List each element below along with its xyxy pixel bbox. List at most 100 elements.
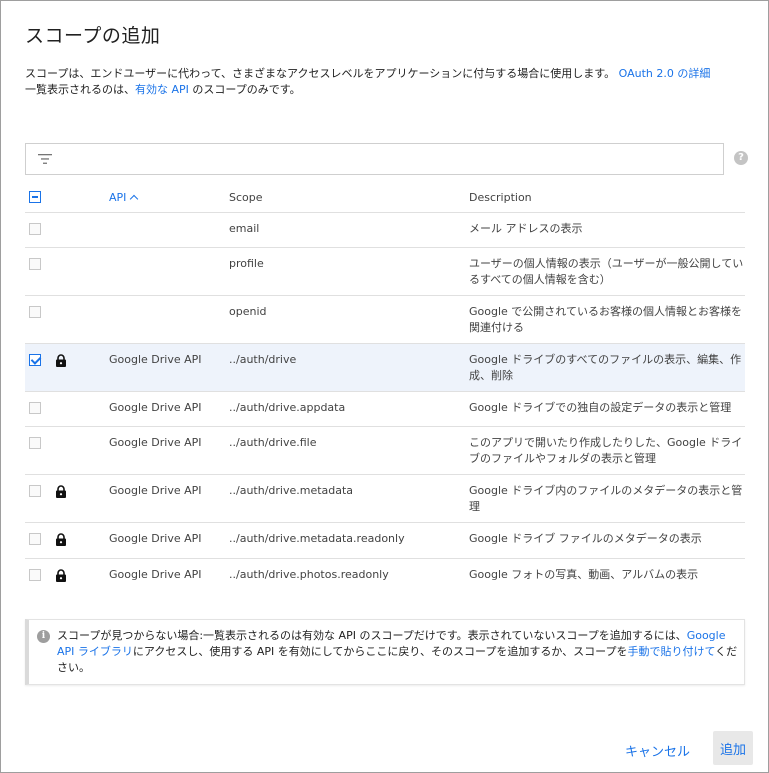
row-checkbox-cell: [25, 343, 55, 392]
row-description: Google ドライブ内のファイルのメタデータの表示と管理: [469, 483, 743, 513]
row-scope-cell: ../auth/drive.metadata: [229, 474, 469, 523]
row-checkbox[interactable]: [29, 257, 41, 270]
row-scope-cell: ../auth/drive.metadata.readonly: [229, 522, 469, 559]
lock-header: [55, 183, 109, 213]
lock-wrap: [55, 475, 109, 510]
row-checkbox-wrap: [29, 475, 55, 509]
row-api: Google Drive API: [109, 352, 202, 366]
row-api-cell: Google Drive API: [109, 391, 229, 427]
row-scope-cell: email: [229, 212, 469, 248]
info-icon: i: [37, 630, 50, 643]
row-api-cell: Google Drive API: [109, 426, 229, 475]
table-row[interactable]: Google Drive API ../auth/drive.photos.rea…: [25, 558, 745, 594]
scope-filter[interactable]: [25, 143, 724, 175]
table-row[interactable]: Google Drive API ../auth/drive Google ドライブ…: [25, 343, 745, 392]
dialog-title: スコープの追加: [25, 25, 161, 47]
table-row[interactable]: profile ユーザーの個人情報の表示（ユーザーが一般公開しているすべての個人情…: [25, 247, 745, 296]
row-description-cell: Google ドライブ内のファイルのメタデータの表示と管理: [469, 474, 745, 523]
lock-icon: [55, 484, 67, 501]
row-description: Google ドライブでの独自の設定データの表示と管理: [469, 400, 732, 414]
oauth-learn-more-link[interactable]: OAuth 2.0 の詳細: [619, 67, 711, 80]
row-checkbox[interactable]: [29, 436, 41, 449]
enabled-api-link[interactable]: 有効な API: [135, 83, 189, 96]
table-row[interactable]: Google Drive API ../auth/drive.appdata Goo…: [25, 391, 745, 427]
info-text-2: にアクセスし、使用する API を有効にしてからここに戻り、そのスコープを追加す…: [132, 645, 628, 658]
row-description-cell: Google ドライブ ファイルのメタデータの表示: [469, 522, 745, 559]
select-all-header: [25, 183, 55, 213]
select-all-checkbox[interactable]: [29, 190, 41, 203]
manual-paste-link[interactable]: 手動で貼り付けて: [627, 645, 715, 658]
row-checkbox[interactable]: [29, 305, 41, 318]
row-description: ユーザーの個人情報の表示（ユーザーが一般公開しているすべての個人情報を含む）: [469, 256, 744, 286]
row-checkbox[interactable]: [29, 484, 41, 497]
row-checkbox-cell: [25, 295, 55, 344]
row-checkbox[interactable]: [29, 568, 41, 581]
row-scope: ../auth/drive.metadata.readonly: [229, 531, 405, 545]
row-checkbox-cell: [25, 474, 55, 523]
row-checkbox-cell: [25, 212, 55, 248]
row-description: メール アドレスの表示: [469, 221, 583, 235]
lock-icon: [55, 568, 67, 585]
row-checkbox-cell: [25, 391, 55, 427]
row-scope: ../auth/drive.appdata: [229, 400, 346, 414]
row-checkbox[interactable]: [29, 222, 41, 235]
row-api: Google Drive API: [109, 400, 202, 414]
row-checkbox-cell: [25, 426, 55, 475]
row-description-cell: Google ドライブのすべてのファイルの表示、編集、作成、削除: [469, 343, 745, 392]
row-scope-cell: ../auth/drive.photos.readonly: [229, 558, 469, 594]
table-header-row: API Scope Description: [25, 183, 745, 213]
add-button[interactable]: 追加: [713, 731, 753, 765]
row-scope-cell: openid: [229, 295, 469, 344]
row-description: Google ドライブのすべてのファイルの表示、編集、作成、削除: [469, 352, 742, 382]
row-checkbox[interactable]: [29, 353, 41, 366]
description-text-1: スコープは、エンドユーザーに代わって、さまざまなアクセスレベルをアプリケーション…: [25, 67, 616, 80]
row-api: Google Drive API: [109, 567, 202, 581]
table-row[interactable]: openid Google で公開されているお客様の個人情報とお客様を関連付ける: [25, 295, 745, 344]
help-icon[interactable]: ?: [734, 151, 748, 165]
table-row[interactable]: Google Drive API ../auth/drive.file このアプリで…: [25, 426, 745, 475]
row-description-cell: Google で公開されているお客様の個人情報とお客様を関連付ける: [469, 295, 745, 344]
info-box: i スコープが見つからない場合:一覧表示されるのは有効な API のスコープだけ…: [25, 619, 745, 685]
row-scope: ../auth/drive.photos.readonly: [229, 567, 389, 581]
cancel-button[interactable]: キャンセル: [621, 735, 694, 766]
row-description-cell: ユーザーの個人情報の表示（ユーザーが一般公開しているすべての個人情報を含む）: [469, 247, 745, 296]
row-api-cell: Google Drive API: [109, 343, 229, 392]
row-api: [109, 296, 229, 311]
row-description-cell: Google フォトの写真、動画、アルバムの表示: [469, 558, 745, 594]
scopes-table: API Scope Description email メール アドレスの表示 pr…: [25, 183, 745, 594]
row-scope-cell: ../auth/drive.appdata: [229, 391, 469, 427]
sort-ascending-icon: [130, 194, 139, 203]
description-text-3: のスコープのみです。: [192, 83, 301, 96]
row-scope-cell: profile: [229, 247, 469, 296]
table-row[interactable]: Google Drive API ../auth/drive.metadata.r…: [25, 522, 745, 559]
lock-wrap: [55, 344, 109, 379]
row-scope: openid: [229, 304, 267, 318]
filter-input[interactable]: [62, 148, 712, 170]
api-column-header[interactable]: API: [109, 183, 229, 213]
filter-icon: [38, 154, 52, 164]
row-scope: ../auth/drive.file: [229, 435, 317, 449]
row-checkbox[interactable]: [29, 532, 41, 545]
table-row[interactable]: Google Drive API ../auth/drive.metadata Go…: [25, 474, 745, 523]
row-api-cell: Google Drive API: [109, 522, 229, 559]
scopes-table-body: email メール アドレスの表示 profile ユーザーの個人情報の表示（ユーザー…: [25, 212, 745, 594]
row-api: Google Drive API: [109, 483, 202, 497]
row-lock-cell: [55, 474, 109, 523]
row-scope: profile: [229, 256, 264, 270]
row-description: Google ドライブ ファイルのメタデータの表示: [469, 531, 702, 545]
row-api-cell: Google Drive API: [109, 558, 229, 594]
row-checkbox-wrap: [29, 392, 55, 426]
row-lock-cell: [55, 391, 109, 427]
row-description: Google で公開されているお客様の個人情報とお客様を関連付ける: [469, 304, 742, 334]
row-lock-cell: [55, 343, 109, 392]
row-checkbox-wrap: [29, 559, 55, 593]
row-api: [109, 213, 229, 228]
info-text-1: スコープが見つからない場合:一覧表示されるのは有効な API のスコープだけです…: [57, 629, 687, 642]
row-checkbox[interactable]: [29, 401, 41, 414]
description-text-2: 一覧表示されるのは、: [25, 83, 135, 96]
row-api-cell: Google Drive API: [109, 474, 229, 523]
row-description: このアプリで開いたり作成したりした、Google ドライブのファイルやフォルダの…: [469, 435, 743, 465]
row-checkbox-cell: [25, 247, 55, 296]
table-row[interactable]: email メール アドレスの表示: [25, 212, 745, 248]
scope-column-header: Scope: [229, 183, 469, 213]
